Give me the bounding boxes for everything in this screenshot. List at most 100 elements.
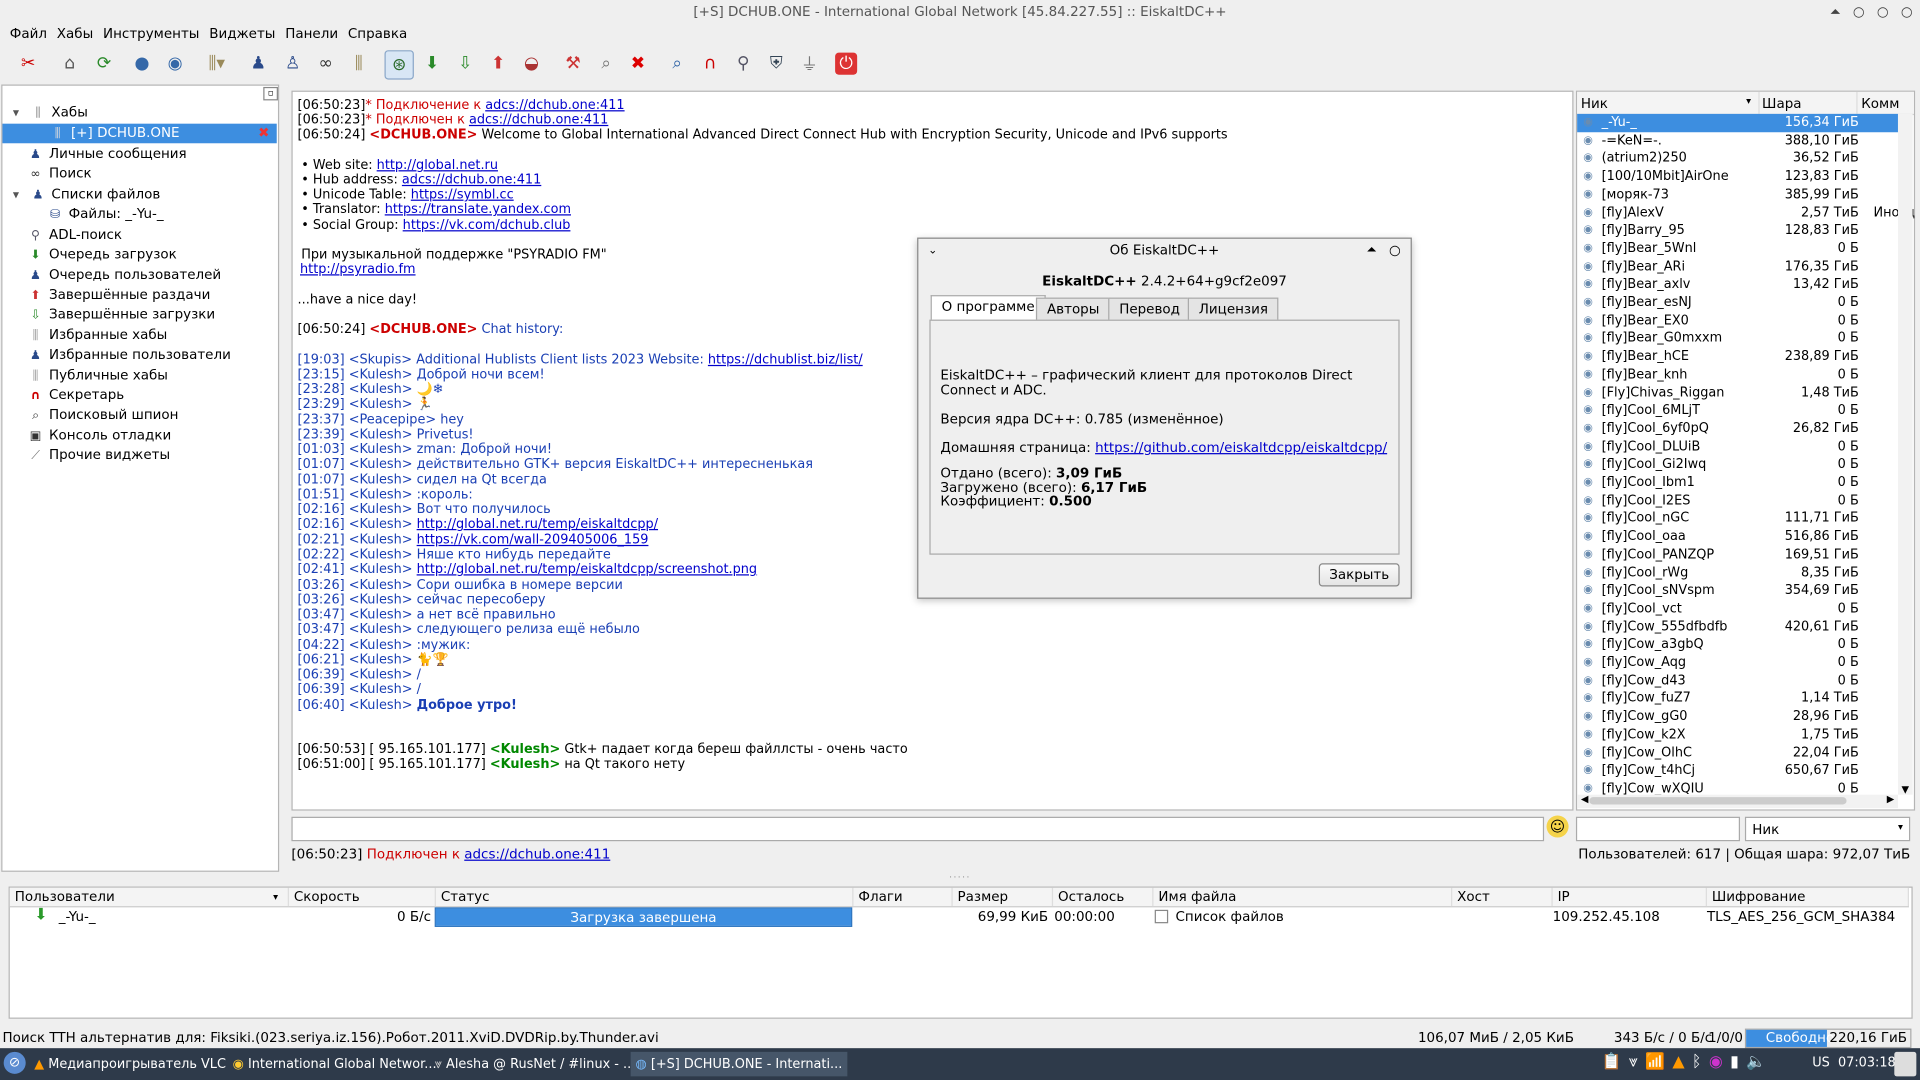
emoticon-icon[interactable]: ☺ [1546,815,1569,838]
userlist-row[interactable]: ◉ -=KeN=-. 388,10 ГиБ [1577,132,1898,150]
userlist-row[interactable]: ◉ [fly]Cool_rWg 8,35 ГиБ [1577,564,1898,582]
chat-link[interactable]: https://dchublist.biz/list/ [708,353,863,368]
userlist-row[interactable]: ◉ [fly]Cool_nGC 111,71 ГиБ [1577,510,1898,528]
tab-license[interactable]: Лицензия [1187,297,1279,323]
volume-icon[interactable]: 🔈 [1746,1053,1766,1071]
userlist-scrollbar[interactable]: ▼ [1897,113,1913,795]
column-filename[interactable]: Имя файла [1153,887,1453,907]
reconnect-icon[interactable]: ⟳ [91,50,118,77]
sidebar-item-search[interactable]: ∞ Поиск [27,164,92,184]
sidebar-item-dchub[interactable]: ⫼ [+] DCHUB.ONE ✖ [2,123,277,144]
clear-icon[interactable]: ⚒ [560,50,587,77]
menu-widgets[interactable]: Виджеты [204,24,280,44]
menu-help[interactable]: Справка [343,24,412,44]
userlist-row[interactable]: ◉ [100/10Mbit]AirOne 123,83 ГиБ [1577,168,1898,186]
userlist-row[interactable]: ◉ [fly]Bear_axlv 13,42 ГиБ [1577,276,1898,294]
menu-tools[interactable]: Инструменты [98,24,204,44]
tab-translation[interactable]: Перевод [1108,297,1191,323]
column-share[interactable]: Шара [1762,96,1801,112]
public-hubs-icon[interactable]: ⌂ [56,50,83,77]
task-eiskaltdc[interactable]: ◍ [+S] DCHUB.ONE - Internati... [630,1051,848,1077]
userlist-row[interactable]: ◉ [fly]Bear_hCE 238,89 ГиБ [1577,348,1898,366]
quit-icon[interactable]: ⏻ [835,52,858,75]
bluetooth-icon[interactable]: ᛒ [1692,1053,1702,1071]
binoculars-icon[interactable]: ∞ [312,50,339,77]
sidebar-item-search-spy[interactable]: ⌕ Поисковый шпион [27,405,178,425]
download-queue-icon[interactable]: ⬇ [419,50,446,77]
userlist-row[interactable]: ◉ [fly]Cool_I2ES 0 Б [1577,492,1898,510]
fav-users-icon[interactable]: ♟ [245,50,272,77]
userlist-row[interactable]: ◉ [fly]Bear_5Wnl 0 Б [1577,240,1898,258]
wifi-icon[interactable]: 📶 [1645,1053,1665,1071]
menu-panels[interactable]: Панели [280,24,343,44]
close-icon[interactable]: ○ [1901,4,1913,21]
shield-icon[interactable]: ⛨ [763,50,790,77]
userlist-row[interactable]: ◉ [fly]Bear_G0mxxm 0 Б [1577,330,1898,348]
hscroll-thumb[interactable] [1589,797,1847,805]
column-status[interactable]: Статус [436,887,854,907]
hub-list-icon[interactable]: ⫼ [345,50,372,77]
sidebar-item-user-queue[interactable]: ♟ Очередь пользователей [27,266,221,286]
app-tray-icon[interactable]: ◉ [1709,1053,1723,1071]
userlist-row[interactable]: ◉ [fly]Cool_Gi2Iwq 0 Б [1577,456,1898,474]
userlist-row[interactable]: ◉ [fly]Cool_DLUiB 0 Б [1577,438,1898,456]
task-browser[interactable]: ◉ International Global Networ... [233,1052,437,1076]
userlist-row[interactable]: ◉ [fly]Bear_knh 0 Б [1577,366,1898,384]
battery-icon[interactable]: ▮ [1730,1053,1739,1071]
globe2-icon[interactable]: ◉ [162,50,189,77]
column-comment[interactable]: Комм [1861,96,1899,112]
userlist-row[interactable]: ◉ [fly]Bear_esNJ 0 Б [1577,294,1898,312]
keyboard-layout[interactable]: US [1812,1056,1830,1071]
close-button[interactable]: Закрыть [1318,563,1400,587]
minimize-icon[interactable]: ○ [1853,4,1865,21]
chat-nick[interactable]: <Kulesh> [490,742,560,757]
userlist[interactable]: Ник ▾ Шара Комм ◉ _-Yu-_ 156,34 ГиБ ◉ -=KeN=… [1575,90,1916,811]
userlist-hscroll[interactable]: ◀ ▶ [1577,793,1898,809]
userlist-row[interactable]: ◉ [fly]Cow_d43 0 Б [1577,672,1898,690]
table-row[interactable]: ⬇ _-Yu-_ 0 Б/с Загрузка завершена 69,99 … [10,906,1909,927]
userlist-row[interactable]: ◉ [Fly]Chivas_Riggan 1,48 ТиБ [1577,384,1898,402]
expand-icon[interactable]: ▾ [7,186,24,206]
chat-link[interactable]: http://psyradio.fm [300,262,416,277]
hat-icon[interactable]: ◒ [518,50,545,77]
tab-about[interactable]: О программе [930,295,1046,323]
sidebar-item-secretary[interactable]: ∩ Секретарь [27,386,125,406]
splitter-handle[interactable]: ····· [949,872,971,883]
userlist-row[interactable]: ◉ [fly]Barry_95 128,83 ГиБ [1577,222,1898,240]
sidebar-float-icon[interactable]: ▫ [263,86,278,101]
magnet-icon[interactable]: ∩ [697,50,724,77]
task-vlc[interactable]: ▲ Медиапроигрыватель VLC [34,1052,226,1076]
userlist-row[interactable]: ◉ (atrium2)250 36,52 ГиБ [1577,150,1898,168]
hub-status-link[interactable]: adcs://dchub.one:411 [464,846,610,862]
active-widget-icon[interactable]: ⊛ [384,50,414,80]
userlist-row[interactable]: ◉ [fly]Bear_EX0 0 Б [1577,312,1898,330]
search-doc-icon[interactable]: ⌕ [593,50,620,77]
clock[interactable]: 07:03:18 [1838,1056,1896,1071]
expand-icon[interactable]: ▾ [7,104,24,124]
chat-link[interactable]: adcs://dchub.one:411 [402,173,541,188]
userlist-row[interactable]: ◉ [fly]Cool_6MLjT 0 Б [1577,402,1898,420]
maximize-icon[interactable]: ○ [1877,4,1889,21]
close-hub-tab-icon[interactable]: ✖ [258,124,269,144]
sidebar-item-adl[interactable]: ⚲ ADL-поиск [27,225,122,245]
chat-link[interactable]: adcs://dchub.one:411 [485,98,624,113]
sidebar-item-hubs[interactable]: ▾ ⫼ Хабы [7,103,88,123]
chat-link[interactable]: https://vk.com/dchub.club [403,218,571,233]
column-users[interactable]: Пользователи ▾ [10,887,289,907]
upload-finished-icon[interactable]: ⬆ [485,50,512,77]
column-size[interactable]: Размер [953,887,1054,907]
menu-hubs[interactable]: Хабы [52,24,98,44]
sidebar-item-finished-downloads[interactable]: ⇩ Завершённые загрузки [27,305,215,325]
chat-link[interactable]: http://global.net.ru/temp/eiskaltdcpp/sc… [417,562,757,577]
userlist-row[interactable]: ◉ [моряк-73 385,99 ГиБ [1577,186,1898,204]
search-spy-icon[interactable]: ⌕ [664,50,691,77]
userlist-row[interactable]: ◉ [fly]Cool_vct 0 Б [1577,600,1898,618]
chat-link[interactable]: http://global.net.ru/temp/eiskaltdcpp/ [417,517,658,532]
scroll-down-icon[interactable]: ▼ [1898,784,1913,795]
column-left[interactable]: Осталось [1053,887,1154,907]
vlc-tray-icon[interactable]: ▲ [1672,1053,1684,1071]
chat-link[interactable]: http://global.net.ru [377,158,498,173]
sidebar-item-pm[interactable]: ♟ Личные сообщения [27,144,187,164]
sidebar-item-other-widgets[interactable]: ⟋ Прочие виджеты [27,446,170,466]
download-finished-icon[interactable]: ⇩ [452,50,479,77]
